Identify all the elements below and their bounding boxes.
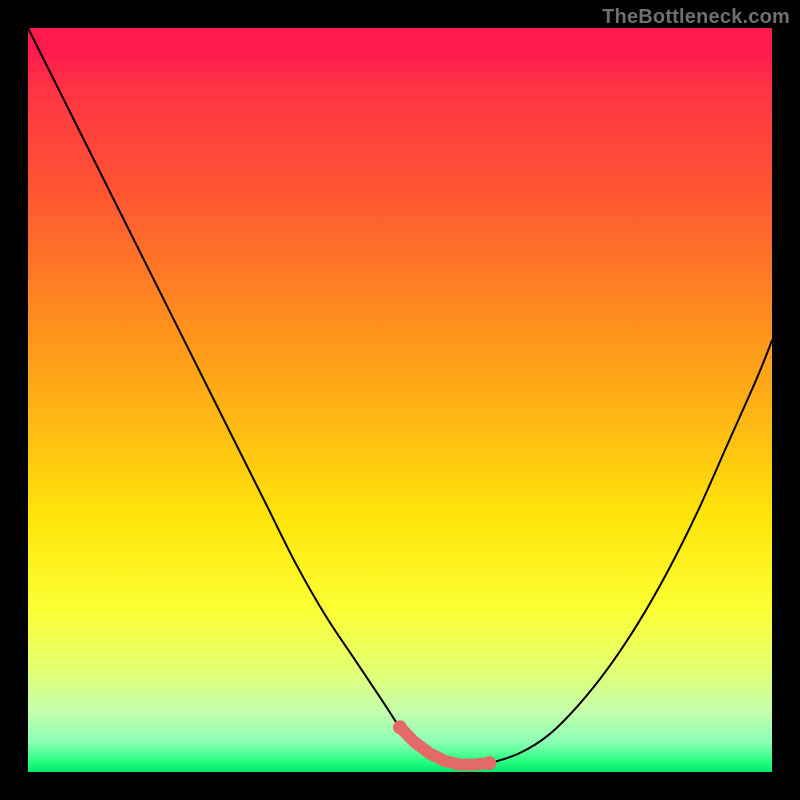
curve-layer (28, 28, 772, 772)
watermark-text: TheBottleneck.com (602, 6, 790, 29)
chart-frame: TheBottleneck.com (0, 0, 800, 800)
plot-area (28, 28, 772, 772)
optimal-range-highlight (400, 727, 489, 764)
bottleneck-curve (28, 28, 772, 765)
optimal-range-dot-right (482, 756, 496, 770)
optimal-range-dot-left (393, 720, 407, 734)
